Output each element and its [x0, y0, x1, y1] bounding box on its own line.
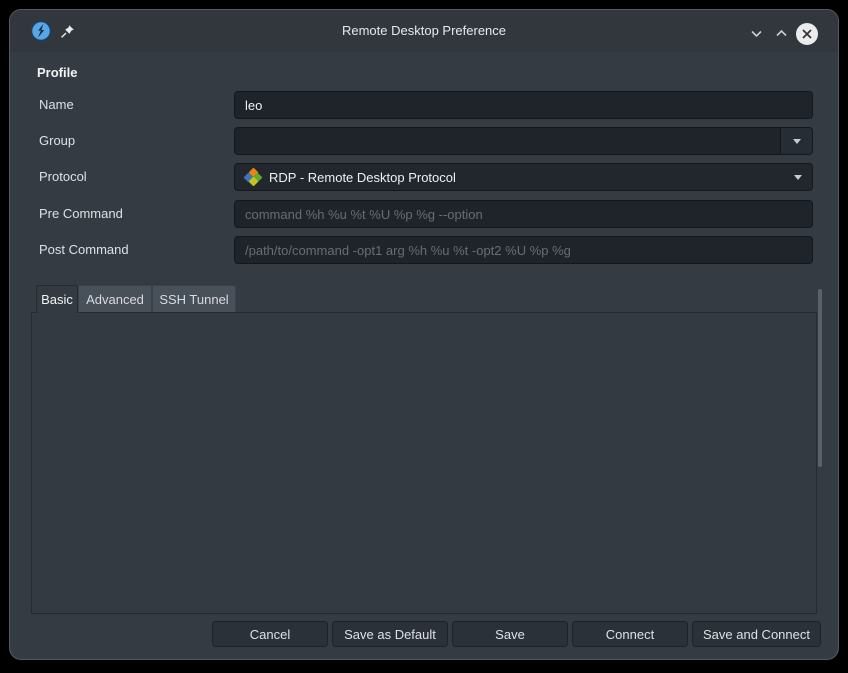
tab-basic[interactable]: Basic [36, 285, 78, 313]
protocol-label: Protocol [39, 163, 87, 191]
connect-button[interactable]: Connect [572, 621, 688, 647]
tab-advanced[interactable]: Advanced [78, 285, 152, 313]
window-title: Remote Desktop Preference [10, 10, 838, 52]
save-as-default-button[interactable]: Save as Default [332, 621, 448, 647]
group-dropdown-button[interactable] [780, 127, 813, 155]
group-input[interactable] [234, 127, 781, 155]
post-command-input[interactable] [234, 236, 813, 264]
post-command-label: Post Command [39, 236, 129, 264]
pre-command-label: Pre Command [39, 200, 123, 228]
close-icon[interactable] [796, 23, 818, 45]
rdp-protocol-icon [245, 169, 261, 185]
name-input[interactable] [234, 91, 813, 119]
basic-tab-panel [31, 312, 817, 614]
protocol-select[interactable]: RDP - Remote Desktop Protocol [234, 163, 813, 191]
protocol-value: RDP - Remote Desktop Protocol [269, 170, 456, 185]
profile-heading: Profile [37, 65, 77, 80]
titlebar[interactable]: Remote Desktop Preference [10, 10, 838, 52]
chevron-up-icon[interactable] [774, 26, 789, 41]
group-label: Group [39, 127, 75, 155]
save-and-connect-button[interactable]: Save and Connect [692, 621, 821, 647]
chevron-down-icon [793, 139, 801, 144]
tab-ssh-tunnel[interactable]: SSH Tunnel [152, 285, 236, 313]
panel-scrollbar[interactable] [818, 289, 822, 467]
pre-command-input[interactable] [234, 200, 813, 228]
cancel-button[interactable]: Cancel [212, 621, 328, 647]
chevron-down-icon [794, 175, 802, 180]
chevron-down-icon[interactable] [749, 26, 764, 41]
remote-desktop-preference-dialog: Remote Desktop Preference Profile Name G… [9, 9, 839, 660]
name-label: Name [39, 91, 74, 119]
save-button[interactable]: Save [452, 621, 568, 647]
